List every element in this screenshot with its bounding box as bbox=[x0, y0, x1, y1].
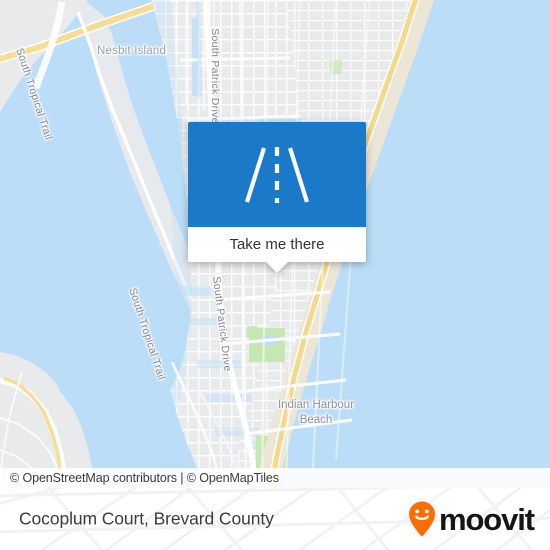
map-popup[interactable]: Take me there bbox=[188, 122, 366, 273]
map-attribution-bar: © OpenStreetMap contributors | © OpenMap… bbox=[0, 468, 550, 488]
road-icon bbox=[244, 146, 310, 203]
page-title: Cocoplum Court, Brevard County bbox=[19, 508, 274, 529]
moovit-logo[interactable]: moovit bbox=[407, 500, 535, 538]
map-canvas[interactable]: Nesbit Island Indian Harbour Beach South… bbox=[0, 0, 550, 488]
map-screen: Nesbit Island Indian Harbour Beach South… bbox=[0, 0, 550, 550]
moovit-wordmark: moovit bbox=[438, 501, 535, 537]
moovit-pin-smiley-icon bbox=[408, 501, 435, 537]
popup-action-bar[interactable]: Take me there bbox=[188, 227, 366, 273]
footer-bar: Cocoplum Court, Brevard County moovit bbox=[0, 488, 550, 550]
popup-pointer-tail bbox=[266, 262, 288, 273]
popup-header bbox=[188, 122, 366, 227]
attribution-text[interactable]: © OpenStreetMap contributors | © OpenMap… bbox=[10, 471, 279, 485]
take-me-there-button[interactable]: Take me there bbox=[229, 236, 324, 253]
